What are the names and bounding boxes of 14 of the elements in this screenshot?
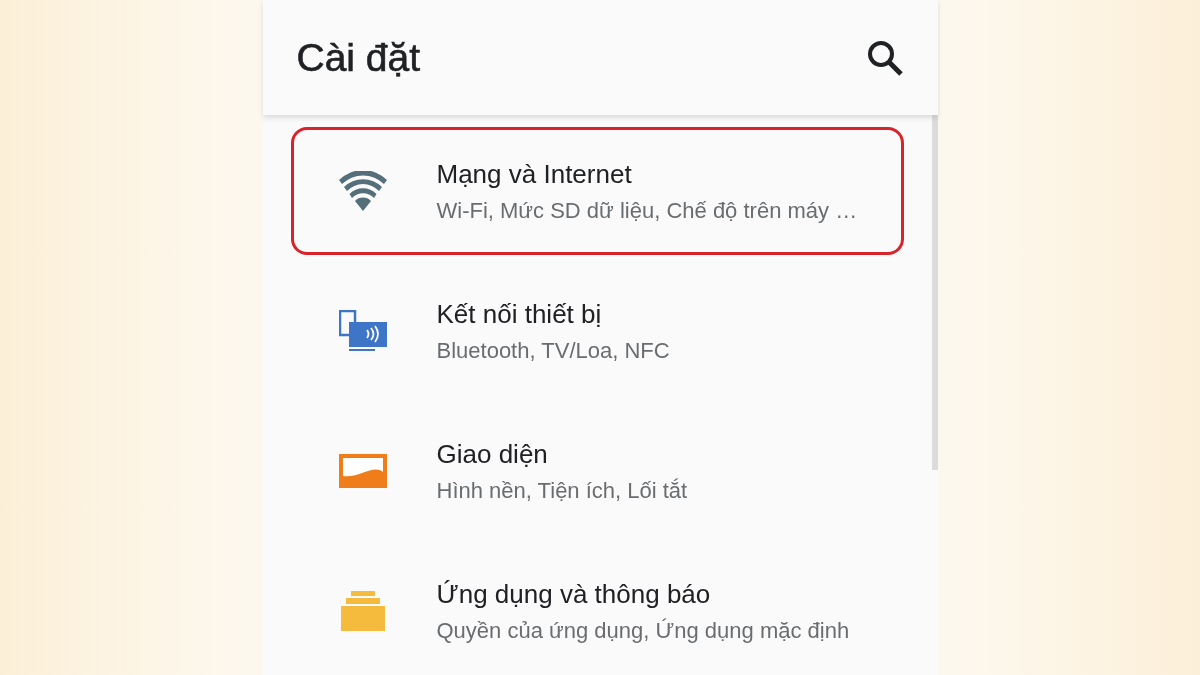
- screen-title: Cài đặt: [296, 35, 421, 80]
- stack-icon: [340, 591, 385, 631]
- setting-summary: Wi-Fi, Mức SD dữ liệu, Chế độ trên máy …: [436, 197, 858, 224]
- wifi-icon: [338, 171, 387, 211]
- setting-title: Giao diện: [436, 438, 549, 470]
- devices-icon: [338, 310, 387, 352]
- setting-summary: Hình nền, Tiện ích, Lối tắt: [436, 477, 688, 504]
- setting-title: Ứng dụng và thông báo: [436, 578, 712, 610]
- search-icon: [865, 38, 904, 77]
- setting-title: Kết nối thiết bị: [436, 298, 603, 330]
- picture-icon: [338, 454, 387, 488]
- setting-title: Mạng và Internet: [436, 158, 633, 190]
- setting-summary: Quyền của ứng dụng, Ứng dụng mặc định: [436, 617, 850, 644]
- setting-summary: Bluetooth, TV/Loa, NFC: [436, 337, 670, 364]
